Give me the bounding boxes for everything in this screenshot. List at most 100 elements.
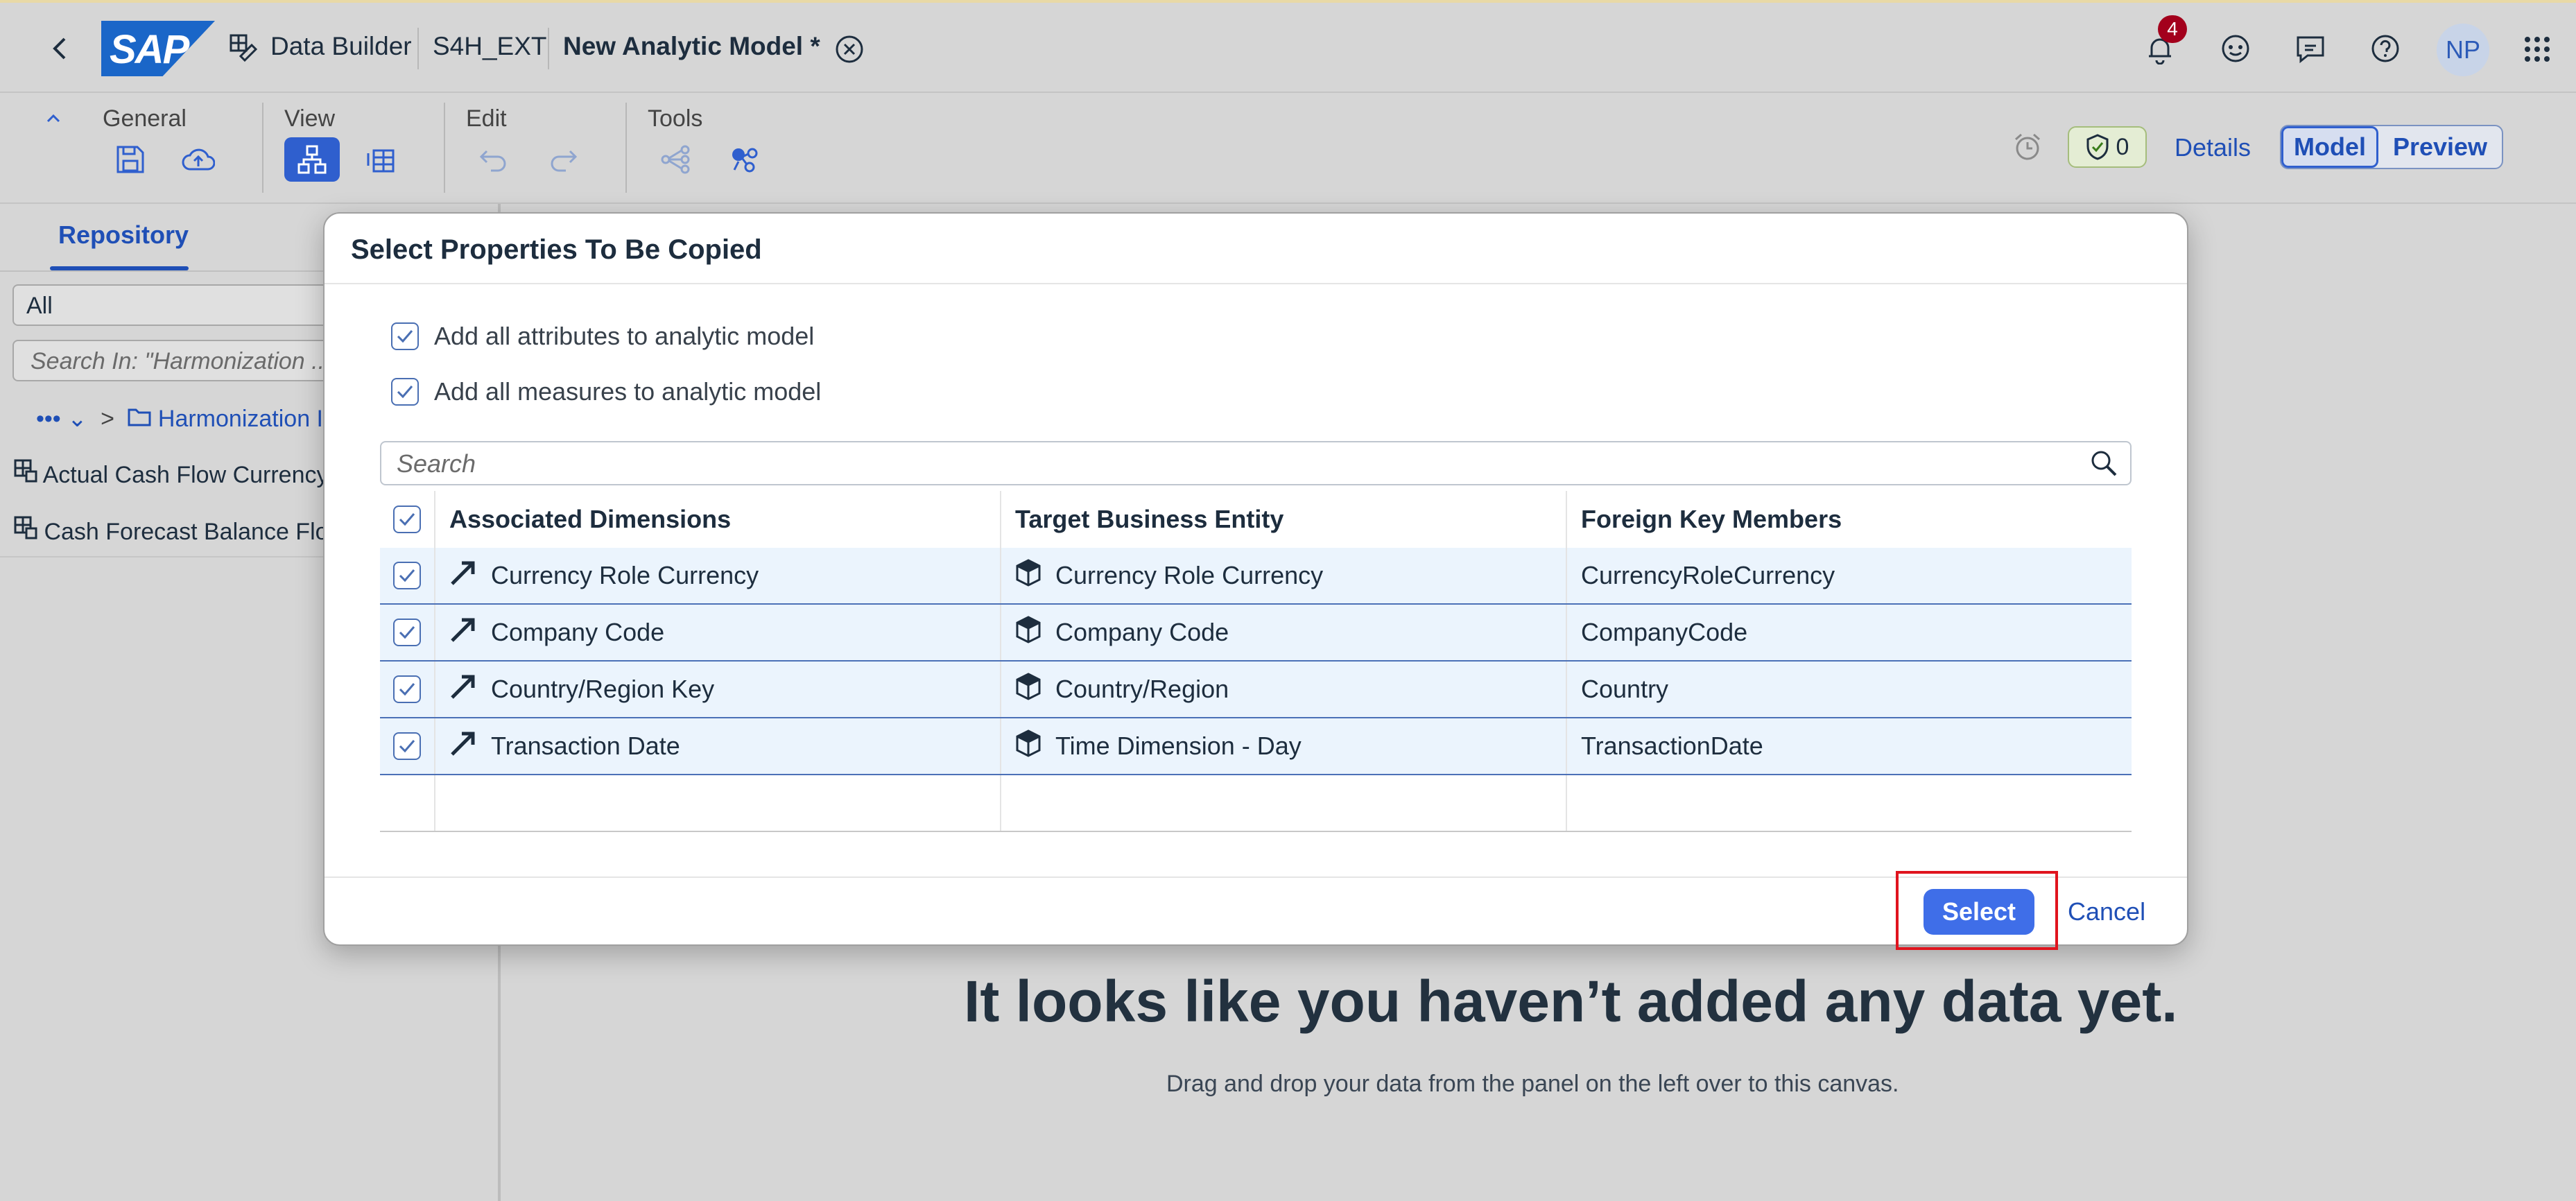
cube-icon bbox=[1015, 558, 1041, 593]
chevron-down-icon[interactable]: ⌄ bbox=[67, 406, 87, 432]
dialog-title: Select Properties To Be Copied bbox=[351, 234, 762, 265]
shell-bar: SAP Data Builder S4H_EXT New Analytic Mo… bbox=[0, 3, 2576, 93]
view-mode-switch: Model Preview bbox=[2280, 125, 2503, 169]
dialog-header-divider bbox=[325, 283, 2187, 284]
table-search-input[interactable]: Search bbox=[380, 441, 2132, 485]
toolbar-divider bbox=[444, 103, 445, 193]
toolbar-group-tools: Tools bbox=[648, 105, 703, 132]
checkmark-icon bbox=[397, 386, 413, 399]
back-button[interactable] bbox=[44, 31, 75, 67]
column-header-foreign-key-members: Foreign Key Members bbox=[1581, 505, 1842, 533]
add-attributes-checkbox[interactable] bbox=[391, 322, 419, 350]
undo-icon[interactable] bbox=[466, 137, 521, 182]
shell-divider bbox=[548, 28, 549, 69]
shield-check-icon bbox=[2086, 134, 2109, 160]
notification-count-badge: 4 bbox=[2158, 15, 2187, 43]
checkmark-icon bbox=[399, 513, 415, 526]
add-measures-label: Add all measures to analytic model bbox=[434, 377, 822, 406]
collapse-toolbar-icon[interactable] bbox=[43, 108, 64, 129]
toolbar-group-view: View bbox=[284, 105, 336, 132]
row-checkbox[interactable] bbox=[393, 619, 421, 646]
select-all-checkbox[interactable] bbox=[393, 506, 421, 533]
select-button[interactable]: Select bbox=[1924, 889, 2034, 935]
table-search-placeholder: Search bbox=[397, 449, 476, 478]
tab-repository[interactable]: Repository bbox=[58, 221, 189, 250]
space-name: S4H_EXT bbox=[433, 32, 547, 60]
dimension-name: Currency Role Currency bbox=[491, 561, 759, 589]
foreign-key-member: Country bbox=[1581, 675, 1669, 703]
help-icon[interactable] bbox=[2367, 31, 2403, 67]
dimension-name: Country/Region Key bbox=[491, 675, 715, 703]
row-checkbox[interactable] bbox=[393, 732, 421, 760]
add-measures-option[interactable]: Add all measures to analytic model bbox=[391, 377, 821, 406]
entity-name: Time Dimension - Day bbox=[1055, 732, 1302, 760]
list-item[interactable]: Actual Cash Flow Currency bbox=[14, 459, 329, 489]
entity-name: Company Code bbox=[1055, 618, 1229, 646]
validation-status-badge[interactable]: 0 bbox=[2068, 126, 2147, 168]
table-row[interactable]: Transaction Date Time Dimension - Day Tr… bbox=[380, 718, 2132, 775]
table-header-row: Associated Dimensions Target Business En… bbox=[380, 491, 2132, 548]
checkmark-icon bbox=[399, 626, 415, 639]
sap-logo: SAP bbox=[101, 21, 215, 76]
alarm-clock-icon[interactable] bbox=[2009, 129, 2046, 165]
association-arrow-icon bbox=[449, 559, 477, 593]
foreign-key-member: CompanyCode bbox=[1581, 618, 1748, 646]
toolbar-group-general: General bbox=[103, 105, 187, 132]
cancel-button[interactable]: Cancel bbox=[2068, 897, 2145, 926]
add-attributes-label: Add all attributes to analytic model bbox=[434, 322, 815, 350]
editor-toolbar: General View Edit Tools 0 Details Model … bbox=[0, 93, 2576, 204]
fact-table-icon bbox=[14, 516, 44, 545]
association-arrow-icon bbox=[449, 616, 477, 650]
impact-lineage-icon[interactable] bbox=[648, 137, 703, 182]
table-view-icon[interactable] bbox=[354, 137, 409, 182]
checkmark-icon bbox=[399, 683, 415, 696]
checkmark-icon bbox=[399, 740, 415, 753]
details-link[interactable]: Details bbox=[2175, 133, 2251, 162]
row-checkbox[interactable] bbox=[393, 562, 421, 589]
dimension-name: Transaction Date bbox=[491, 732, 680, 760]
data-builder-icon bbox=[226, 31, 261, 65]
foreign-key-member: TransactionDate bbox=[1581, 732, 1763, 760]
row-checkbox[interactable] bbox=[393, 675, 421, 703]
toolbar-divider bbox=[625, 103, 627, 193]
redo-icon[interactable] bbox=[535, 137, 591, 182]
shell-divider bbox=[417, 28, 419, 69]
close-tab-icon[interactable] bbox=[832, 32, 867, 67]
add-attributes-option[interactable]: Add all attributes to analytic model bbox=[391, 322, 814, 351]
user-avatar[interactable]: NP bbox=[2437, 24, 2489, 76]
add-measures-checkbox[interactable] bbox=[391, 378, 419, 406]
deploy-icon[interactable] bbox=[171, 137, 226, 182]
empty-canvas-title: It looks like you haven’t added any data… bbox=[964, 969, 2178, 1034]
diagram-view-icon[interactable] bbox=[284, 137, 340, 182]
folder-icon bbox=[128, 406, 157, 432]
breadcrumb-more[interactable]: ••• bbox=[36, 406, 61, 432]
save-icon[interactable] bbox=[103, 137, 158, 182]
assistant-icon[interactable] bbox=[2218, 31, 2254, 67]
empty-canvas-subtitle: Drag and drop your data from the panel o… bbox=[1166, 1071, 1899, 1097]
app-name: Data Builder bbox=[270, 32, 412, 60]
model-tools-icon[interactable] bbox=[717, 137, 772, 182]
cube-icon bbox=[1015, 615, 1041, 650]
association-arrow-icon bbox=[449, 673, 477, 707]
validation-count: 0 bbox=[2116, 133, 2129, 160]
entity-name: Currency Role Currency bbox=[1055, 561, 1324, 589]
breadcrumb-separator: > bbox=[101, 406, 114, 432]
preview-mode-button[interactable]: Preview bbox=[2378, 126, 2502, 168]
model-mode-button[interactable]: Model bbox=[2281, 126, 2378, 168]
feedback-icon[interactable] bbox=[2292, 31, 2328, 67]
column-header-associated-dimensions: Associated Dimensions bbox=[435, 491, 1001, 548]
column-header-target-business-entity: Target Business Entity bbox=[1001, 491, 1567, 548]
table-row[interactable]: Currency Role Currency Currency Role Cur… bbox=[380, 548, 2132, 605]
select-properties-dialog: Select Properties To Be Copied Add all a… bbox=[323, 212, 2188, 950]
list-item[interactable]: Cash Forecast Balance Flo bbox=[14, 516, 329, 546]
breadcrumb: ••• ⌄ > Harmonization I bbox=[36, 405, 323, 433]
cube-icon bbox=[1015, 672, 1041, 707]
app-grid-icon[interactable] bbox=[2521, 33, 2553, 65]
foreign-key-member: CurrencyRoleCurrency bbox=[1581, 561, 1835, 589]
breadcrumb-folder[interactable]: Harmonization I bbox=[158, 406, 323, 432]
table-row[interactable]: Country/Region Key Country/Region Countr… bbox=[380, 662, 2132, 718]
table-row[interactable]: Company Code Company Code CompanyCode bbox=[380, 605, 2132, 662]
toolbar-group-edit: Edit bbox=[466, 105, 507, 132]
association-arrow-icon bbox=[449, 729, 477, 763]
search-icon[interactable] bbox=[2090, 449, 2118, 483]
